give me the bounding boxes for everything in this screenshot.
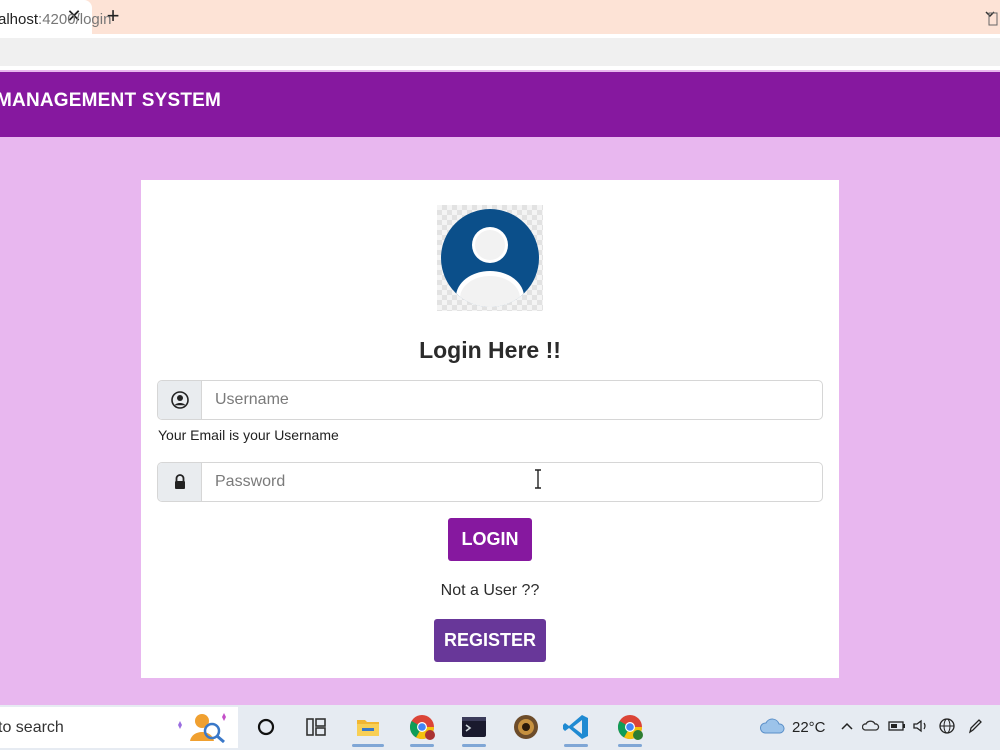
chevron-up-icon[interactable]: [838, 716, 856, 736]
user-avatar-icon: [441, 209, 539, 307]
app-badge-icon[interactable]: [510, 711, 542, 743]
avatar-image: [437, 205, 543, 311]
username-addon: [158, 381, 202, 419]
file-explorer-active-indicator: [352, 744, 384, 747]
terminal-icon[interactable]: [458, 711, 490, 743]
chrome-profile-active-indicator: [618, 744, 642, 747]
browser-tab-bar: ✕ +: [0, 0, 1000, 34]
user-circle-icon: [171, 391, 189, 409]
reader-mode-icon[interactable]: [988, 12, 998, 26]
register-button[interactable]: REGISTER: [434, 619, 546, 662]
chrome-icon[interactable]: [406, 711, 438, 743]
battery-icon[interactable]: [888, 716, 906, 736]
username-input[interactable]: [203, 381, 822, 419]
taskbar-search-text[interactable]: to search: [0, 719, 64, 737]
password-addon: [158, 463, 202, 501]
username-help-text: Your Email is your Username: [158, 427, 339, 443]
password-input[interactable]: [203, 463, 822, 501]
cloud-weather-icon[interactable]: [758, 716, 786, 736]
url-host: alhost: [0, 11, 39, 28]
globe-icon[interactable]: [938, 716, 956, 736]
not-user-text: Not a User ??: [440, 582, 540, 599]
login-button[interactable]: LOGIN: [448, 518, 532, 561]
browser-address-bar: [0, 34, 1000, 70]
url-path: :4200/login: [38, 11, 112, 28]
url-field[interactable]: [0, 38, 1000, 66]
widgets-icon[interactable]: [300, 711, 332, 743]
password-input-group: [157, 462, 823, 502]
url-text[interactable]: alhost:4200/login: [0, 11, 111, 28]
pen-icon[interactable]: [966, 716, 984, 736]
file-explorer-icon[interactable]: [352, 711, 384, 743]
text-cursor-icon: [535, 469, 541, 489]
login-title: Login Here !!: [419, 337, 561, 363]
volume-icon[interactable]: [912, 716, 930, 736]
task-view-icon[interactable]: [250, 711, 282, 743]
vscode-icon[interactable]: [560, 711, 592, 743]
chrome-profile-icon[interactable]: [614, 711, 646, 743]
app-title: MANAGEMENT SYSTEM: [0, 90, 222, 111]
lock-icon: [175, 474, 185, 489]
temperature-text[interactable]: 22°C: [792, 719, 826, 736]
terminal-active-indicator: [462, 744, 486, 747]
chrome-active-indicator: [410, 744, 434, 747]
onedrive-icon[interactable]: [862, 716, 880, 736]
search-highlight-icon: [178, 713, 226, 743]
vscode-active-indicator: [564, 744, 588, 747]
username-input-group: [157, 380, 823, 420]
